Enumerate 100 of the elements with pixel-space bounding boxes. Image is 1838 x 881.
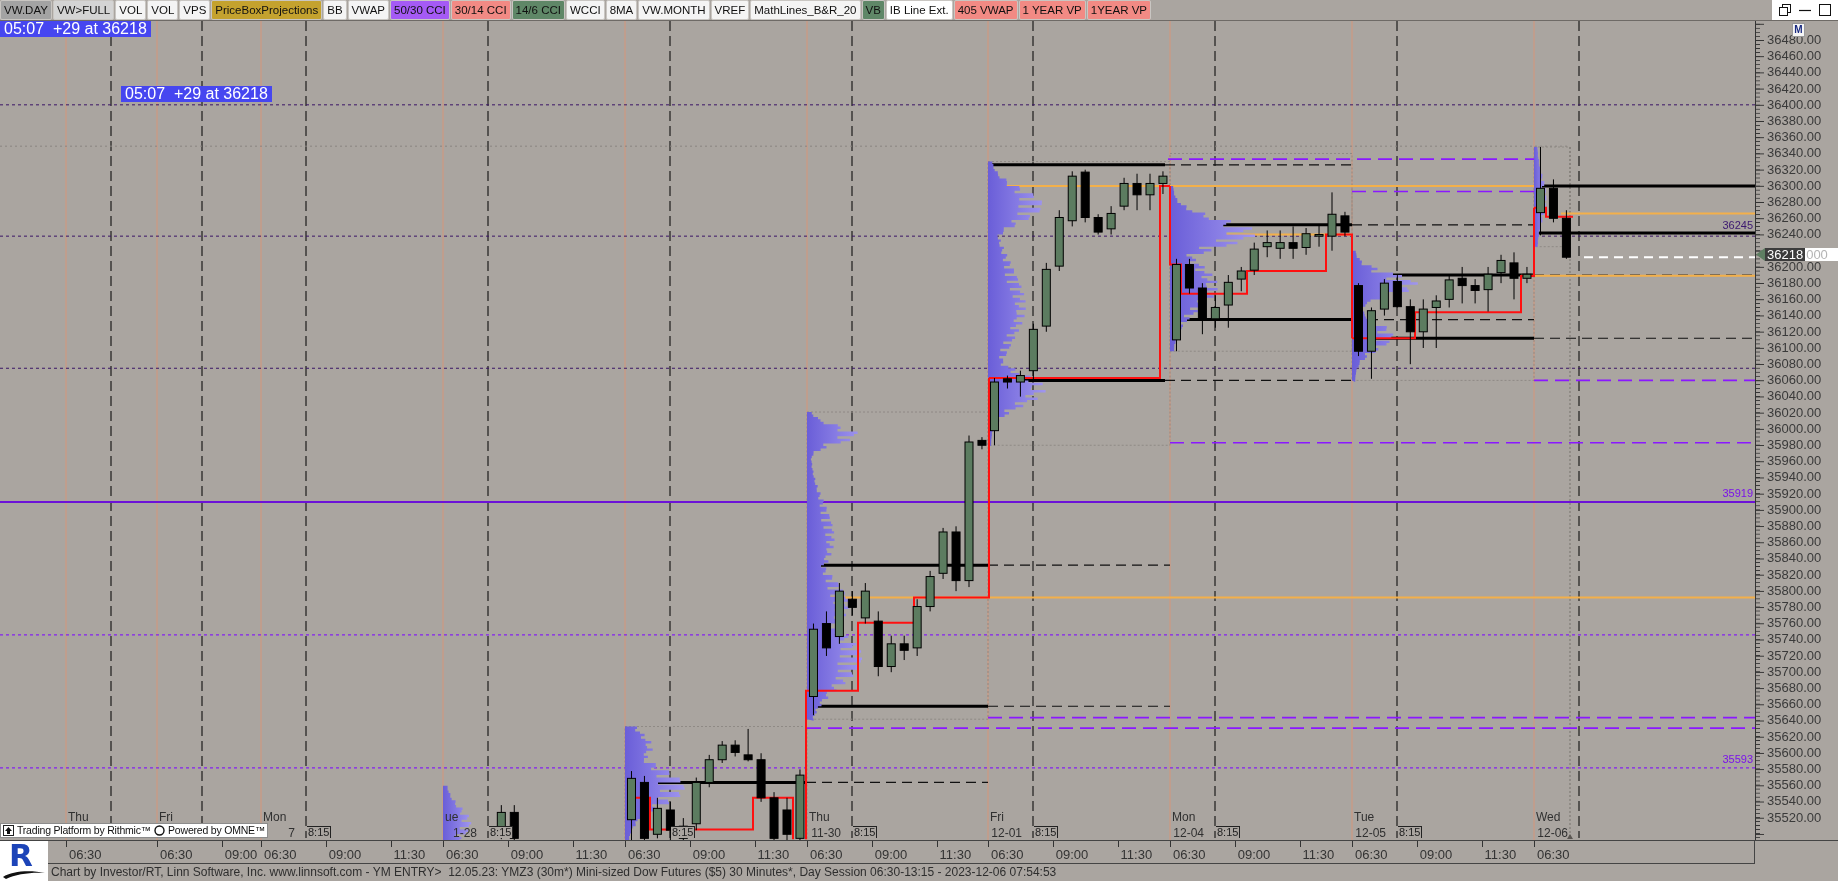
indicator-tab[interactable]: BB — [323, 0, 347, 20]
weekday-label: Tue — [1354, 811, 1375, 823]
price-label: 35640.00 — [1766, 712, 1823, 729]
price-label: 35520.00 — [1766, 809, 1823, 826]
price-label: 35680.00 — [1766, 680, 1823, 697]
time-label: 06:30 — [160, 848, 193, 862]
time-label: 06:30 — [264, 848, 297, 862]
ib-time-label: 8:15 — [671, 826, 696, 838]
candlestick — [1327, 191, 1337, 252]
indicator-tab[interactable]: VOL — [115, 0, 147, 20]
ib-time-label: 8:15 — [853, 826, 878, 838]
ib-time-label: 8:15 — [1398, 826, 1423, 838]
candlestick — [639, 775, 649, 840]
indicator-tab[interactable]: VOL — [147, 0, 179, 20]
indicator-tab[interactable]: 14/6 CCI — [511, 0, 565, 20]
candlestick — [886, 635, 896, 673]
candlestick — [1197, 282, 1207, 335]
time-label: 09:00 — [1237, 848, 1271, 862]
indicator-tab[interactable]: VWAP — [347, 0, 389, 20]
time-label: 11:30 — [575, 848, 608, 862]
candlestick — [1184, 258, 1194, 295]
time-label: 09:00 — [874, 848, 908, 862]
candlestick — [769, 791, 779, 840]
indicator-tab[interactable]: 30/14 CCI — [450, 0, 511, 20]
price-label: 36260.00 — [1766, 210, 1823, 227]
candlestick — [1262, 229, 1272, 258]
price-tail-value: 000 — [1805, 248, 1838, 262]
price-label: 36360.00 — [1766, 129, 1823, 146]
time-label: 06:30 — [446, 848, 479, 862]
indicator-tab[interactable]: 50/30 CCI — [390, 0, 450, 20]
candlestick — [730, 739, 740, 757]
date-label: 12-06 — [1537, 827, 1568, 839]
candlestick — [1132, 173, 1142, 211]
indicator-tab[interactable]: WCCI — [565, 0, 605, 20]
price-label: 35720.00 — [1766, 647, 1823, 664]
time-label: 06:30 — [1355, 848, 1388, 862]
price-label: 36280.00 — [1766, 193, 1823, 211]
candlestick — [1301, 227, 1311, 256]
candlestick — [1548, 178, 1558, 223]
candlestick — [912, 598, 922, 657]
indicator-tab[interactable]: VPS — [179, 0, 211, 20]
time-label: 11:30 — [393, 848, 426, 862]
indicator-tab[interactable]: 8MA — [605, 0, 638, 20]
price-label: 35780.00 — [1766, 599, 1823, 616]
indicator-tab[interactable]: PriceBoxProjections — [211, 0, 323, 20]
restore-icon[interactable] — [1779, 4, 1791, 16]
candlestick — [1080, 169, 1090, 223]
indicator-tab[interactable]: VB — [861, 0, 885, 20]
time-label: 06:30 — [628, 848, 661, 862]
price-label: 36100.00 — [1766, 339, 1823, 356]
maximize-icon[interactable] — [1819, 4, 1831, 16]
candlestick — [847, 590, 857, 616]
price-label: 35840.00 — [1766, 550, 1823, 567]
ib-time-label: 8:15 — [1034, 826, 1059, 838]
indicator-tab[interactable]: VREF — [710, 0, 750, 20]
price-label: 36300.00 — [1766, 177, 1823, 194]
time-label: 06:30 — [1173, 848, 1206, 862]
price-label: 36340.00 — [1766, 145, 1823, 162]
price-label: 36460.00 — [1766, 48, 1823, 65]
price-label: 36040.00 — [1766, 388, 1823, 405]
weekday-label: Thu — [68, 811, 89, 823]
weekday-label: Mon — [263, 811, 287, 823]
candlestick — [1015, 370, 1025, 398]
candlestick — [1405, 298, 1415, 365]
time-label: 06:30 — [69, 848, 102, 862]
candlestick — [1522, 266, 1532, 284]
candlestick — [1236, 266, 1246, 292]
indicator-tab[interactable]: 1YEAR VP — [1086, 0, 1151, 20]
date-label: 1-28 — [452, 827, 477, 839]
mode-button[interactable]: M — [1792, 23, 1805, 37]
ib-time-label: 8:15 — [307, 826, 332, 838]
price-label: 35940.00 — [1766, 469, 1823, 486]
candlestick — [1275, 229, 1285, 260]
time-label: 06:30 — [991, 848, 1024, 862]
indicator-tab[interactable]: VW>FULL — [52, 0, 115, 20]
weekday-label: Thu — [809, 811, 830, 823]
indicator-tab[interactable]: 405 VWAP — [953, 0, 1018, 20]
ring-icon — [154, 825, 166, 836]
candlestick — [1210, 294, 1220, 329]
price-label: 36060.00 — [1766, 372, 1823, 389]
indicator-tab[interactable]: VW.MONTH — [638, 0, 710, 20]
price-label: 36420.00 — [1766, 80, 1823, 97]
candlestick — [1314, 223, 1324, 248]
indicator-tab[interactable]: IB Line Ext. — [885, 0, 953, 20]
badge-text: Powered by OMNE™ — [168, 824, 266, 837]
weekday-label: Wed — [1536, 811, 1561, 823]
indicator-tab[interactable]: MathLines_B&R_20 — [750, 0, 861, 20]
candlestick — [1340, 211, 1350, 237]
candlestick — [899, 635, 909, 661]
ib-time-label: 8:15 — [1216, 826, 1241, 838]
time-label: 09:00 — [1055, 848, 1089, 862]
price-label: 36180.00 — [1766, 274, 1823, 292]
date-label: 12-05 — [1355, 827, 1386, 839]
date-label: 12-04 — [1173, 827, 1204, 839]
indicator-tab[interactable]: VW.DAY — [0, 0, 52, 20]
indicator-tab[interactable]: 1 YEAR VP — [1018, 0, 1086, 20]
time-label: 09:00 — [224, 848, 258, 862]
candlestick — [782, 797, 792, 840]
price-label: 35660.00 — [1766, 696, 1823, 713]
price-label: 36160.00 — [1766, 291, 1823, 308]
